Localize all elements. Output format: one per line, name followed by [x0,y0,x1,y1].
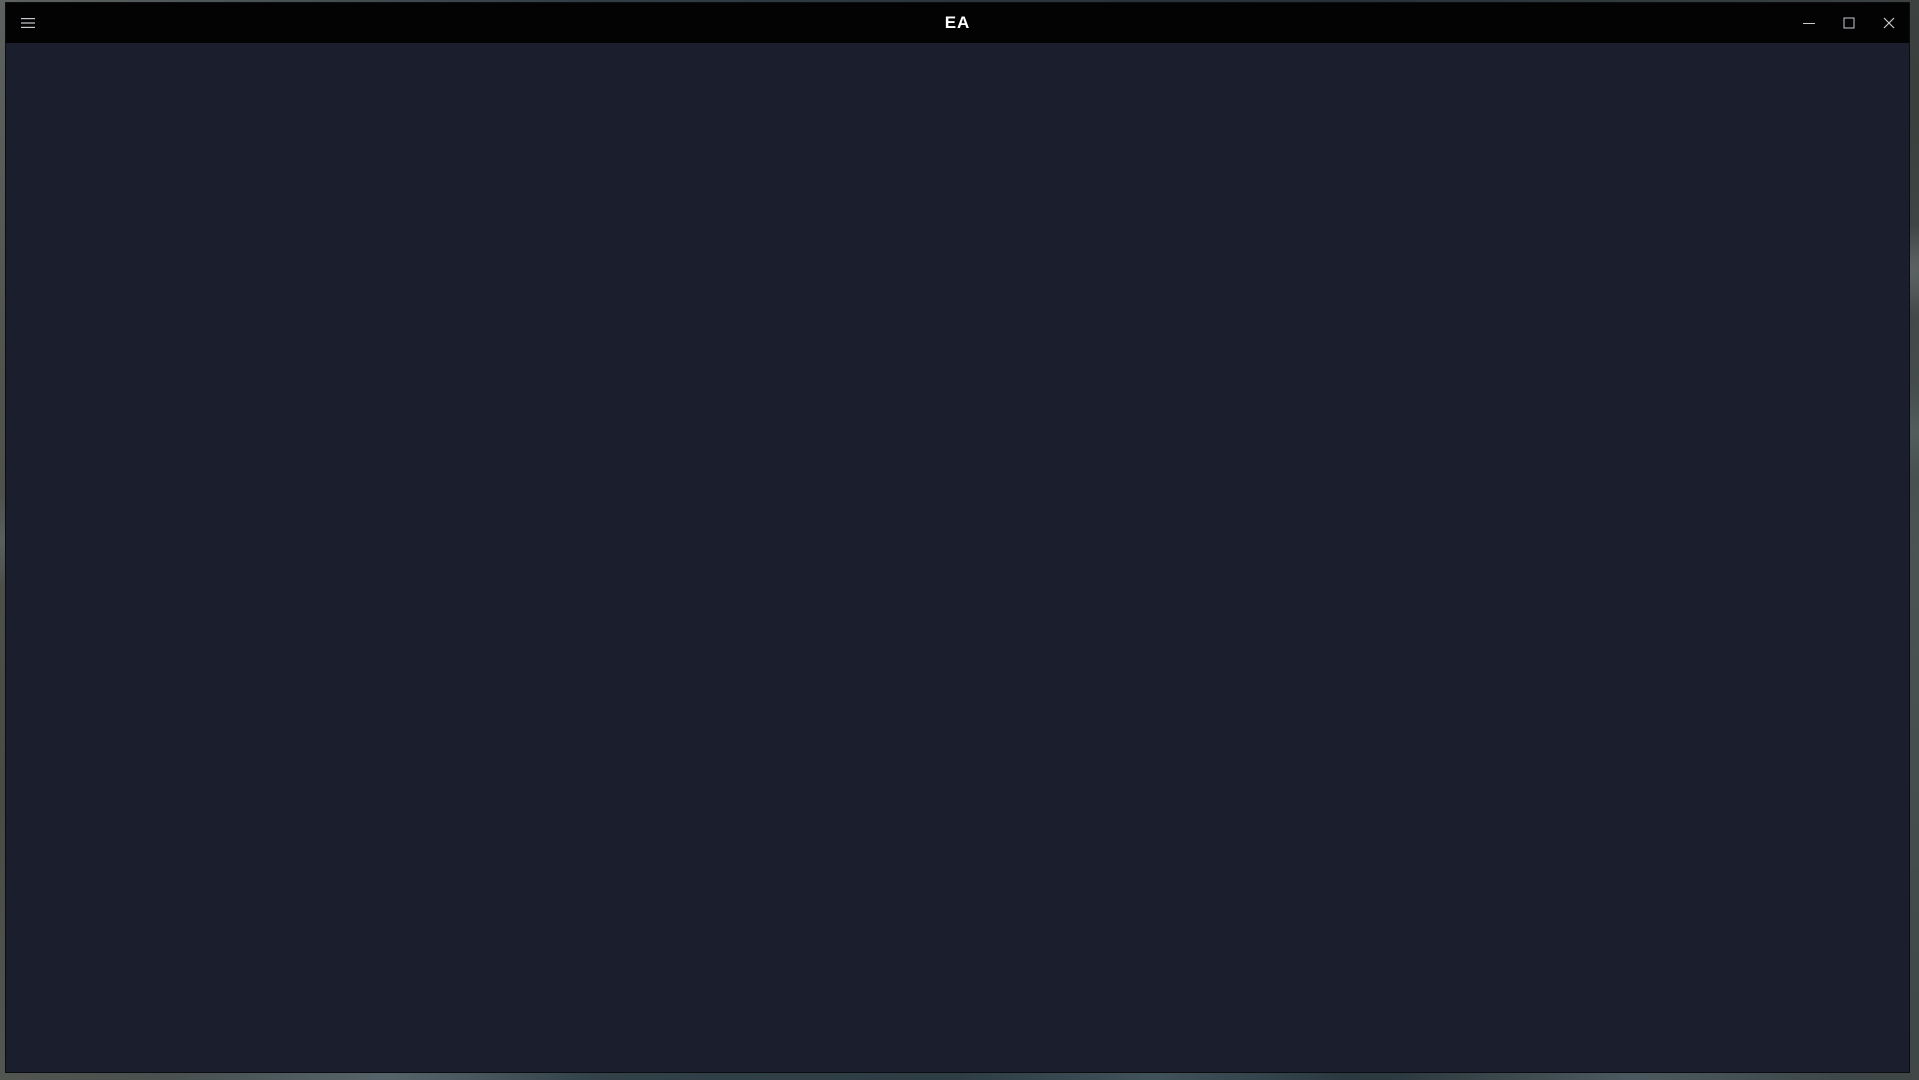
ea-logo: EA [944,13,971,32]
close-button[interactable] [1869,3,1909,43]
minimize-button[interactable] [1789,3,1829,43]
title-bar[interactable]: EA [6,3,1909,43]
maximize-icon [1843,17,1855,29]
minimize-icon [1803,23,1815,24]
hamburger-menu-icon [21,18,35,28]
window-controls [1789,3,1909,43]
maximize-button[interactable] [1829,3,1869,43]
ea-app-window: EA [6,3,1909,1072]
close-icon [1883,17,1895,29]
main-content-area [6,43,1909,1072]
menu-button[interactable] [16,11,40,35]
